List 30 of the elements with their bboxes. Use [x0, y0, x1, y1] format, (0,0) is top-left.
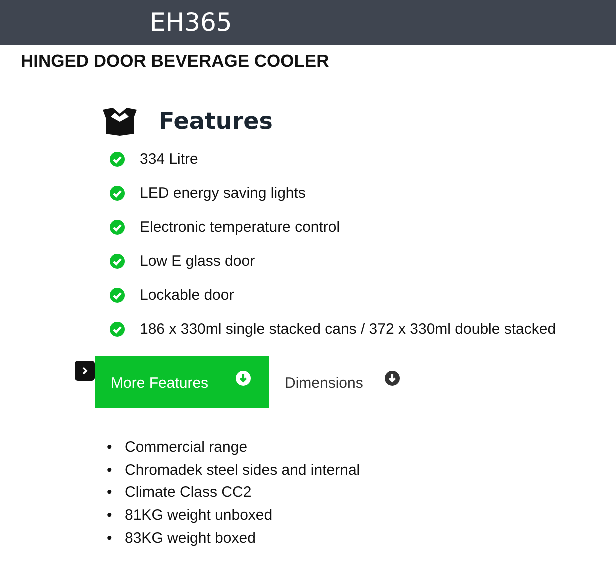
bullet-marker: • — [107, 483, 114, 504]
check-icon — [110, 152, 125, 166]
tab[interactable]: Dimensions — [269, 356, 416, 408]
check-icon — [110, 288, 125, 302]
feature-text: Lockable door — [140, 286, 234, 304]
bullet-marker: • — [107, 460, 114, 481]
feature-text: 186 x 330ml single stacked cans / 372 x 330ml double stacked — [140, 320, 556, 338]
feature-text: LED energy saving lights — [140, 184, 306, 202]
feature-bullet: Chromadek steel sides and internal — [125, 460, 360, 481]
chevron-icon — [75, 361, 95, 381]
feature-text: Low E glass door — [140, 252, 256, 270]
product-subtitle: HINGED DOOR BEVERAGE COOLER — [21, 51, 330, 72]
feature-bullet: 81KG weight unboxed — [125, 506, 273, 526]
bullet-marker: • — [107, 528, 114, 549]
features-heading: Features — [159, 109, 273, 135]
product-title: EH365 — [150, 8, 232, 37]
feature-bullet: Commercial range — [125, 438, 248, 458]
check-icon — [110, 220, 125, 234]
feature-text: 334 Litre — [140, 150, 198, 168]
box-icon — [101, 108, 139, 136]
check-icon — [110, 254, 125, 268]
bullet-marker: • — [107, 506, 114, 526]
check-icon — [110, 186, 125, 200]
feature-bullet: 83KG weight boxed — [125, 528, 256, 549]
check-icon — [110, 322, 125, 336]
feature-text: Electronic temperature control — [140, 218, 340, 236]
bullet-marker: • — [107, 438, 114, 458]
download-icon — [385, 371, 400, 386]
feature-bullet: Climate Class CC2 — [125, 483, 252, 504]
download-icon — [236, 371, 251, 386]
